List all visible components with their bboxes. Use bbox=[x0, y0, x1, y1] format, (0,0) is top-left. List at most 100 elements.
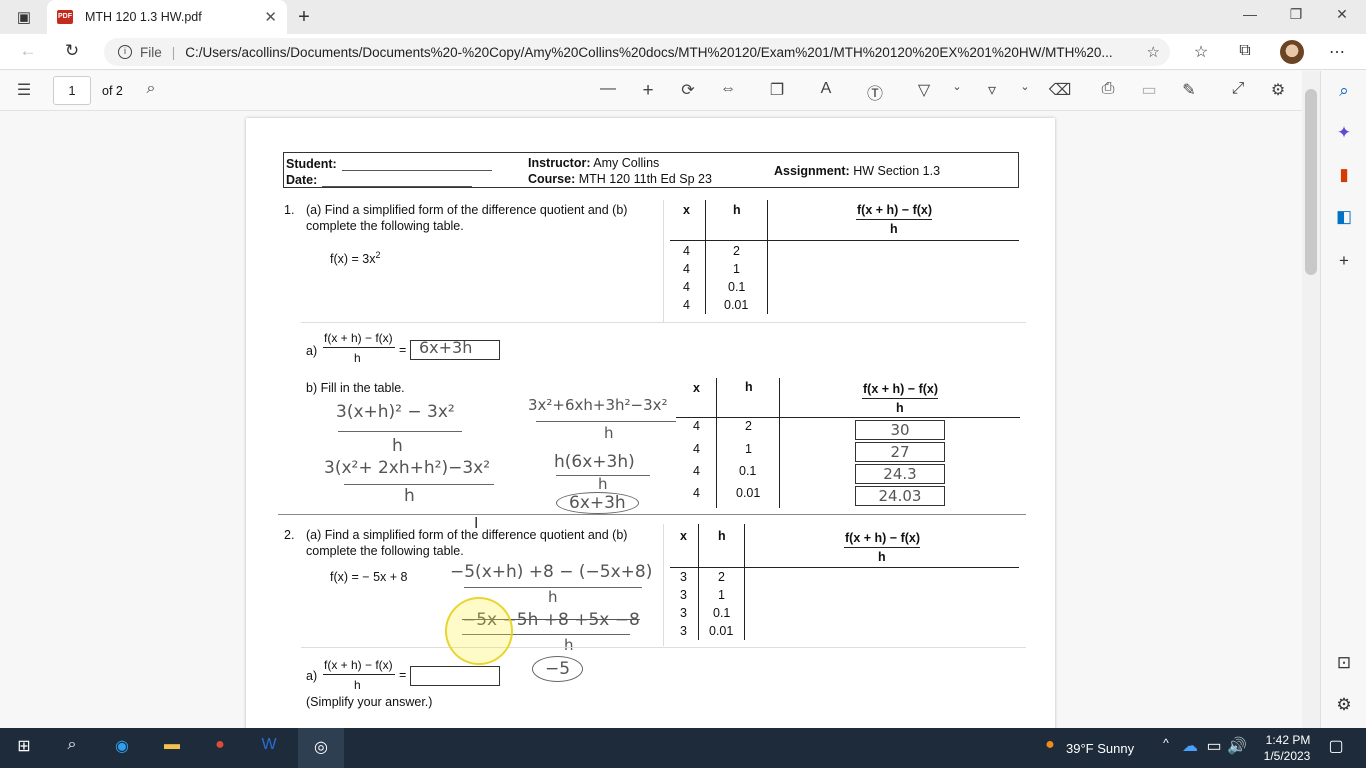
info-icon[interactable]: i bbox=[118, 45, 132, 59]
draw-icon[interactable]: ▽ bbox=[912, 80, 936, 102]
clock-date[interactable]: 1/5/2023 bbox=[1256, 749, 1318, 763]
p1-work-line2 bbox=[344, 484, 494, 485]
t1-cell-x: 4 bbox=[683, 262, 690, 276]
t2-col-x: x bbox=[680, 529, 687, 543]
media-app-icon[interactable]: ◎ bbox=[298, 728, 344, 768]
problem1-text-1: (a) Find a simplified form of the differ… bbox=[306, 203, 628, 217]
search-icon[interactable]: ⌕ bbox=[58, 736, 86, 760]
settings-more-icon[interactable]: ⋯ bbox=[1326, 42, 1348, 62]
p2-a-answer-box[interactable] bbox=[410, 666, 500, 686]
p1-a-frac bbox=[323, 347, 395, 348]
outlook-icon[interactable]: ◧ bbox=[1333, 207, 1355, 229]
p1-work-r2d: h bbox=[598, 475, 608, 493]
t1b-answer-box[interactable]: 30 bbox=[855, 420, 945, 440]
course: Course: MTH 120 11th Ed Sp 23 bbox=[528, 172, 712, 186]
t1b-cell-h: 2 bbox=[745, 419, 752, 433]
word-icon[interactable]: W bbox=[255, 736, 283, 760]
erase-icon[interactable]: ⌫ bbox=[1048, 80, 1072, 102]
volume-icon[interactable]: 🔊 bbox=[1223, 736, 1251, 760]
add-text-icon[interactable]: Ⓣ bbox=[863, 80, 887, 103]
weather-text[interactable]: 39°F Sunny bbox=[1066, 741, 1134, 756]
p1-a-answer: 6x+3h bbox=[419, 338, 473, 357]
t1-col-h: h bbox=[733, 203, 741, 217]
back-button[interactable]: ← bbox=[16, 41, 40, 63]
add-sidebar-icon[interactable]: + bbox=[1333, 251, 1355, 273]
p1-a-label: a) bbox=[306, 344, 318, 358]
p1-work-l2d: h bbox=[404, 486, 415, 506]
draw-options-icon[interactable]: ⌄ bbox=[945, 80, 969, 102]
find-icon[interactable]: ⌕ bbox=[139, 80, 163, 102]
problem2-number: 2. bbox=[284, 528, 295, 542]
profile-avatar[interactable] bbox=[1280, 40, 1304, 64]
full-screen-icon[interactable]: ⤢ bbox=[1226, 80, 1250, 102]
p1-work-line3 bbox=[536, 421, 676, 422]
date-label: Date: bbox=[286, 173, 318, 187]
t2-frac-line bbox=[844, 547, 920, 548]
zoom-in-icon[interactable]: + bbox=[636, 80, 660, 102]
close-window-button[interactable]: ✕ bbox=[1330, 6, 1354, 26]
scrollbar-thumb[interactable] bbox=[1305, 89, 1317, 275]
rotate-icon[interactable]: ⟳ bbox=[676, 80, 700, 102]
highlight-options-icon[interactable]: ⌄ bbox=[1013, 80, 1037, 102]
vertical-scrollbar[interactable] bbox=[1302, 71, 1320, 728]
p1-b-label: b) Fill in the table. bbox=[306, 381, 405, 395]
zoom-out-icon[interactable]: — bbox=[596, 80, 620, 102]
fit-page-icon[interactable]: ⇔ bbox=[716, 80, 740, 102]
save-as-icon[interactable]: ✎ bbox=[1177, 80, 1201, 102]
contents-icon[interactable]: ☰ bbox=[12, 80, 36, 102]
t2-cell-x: 3 bbox=[680, 570, 687, 584]
pdf-settings-icon[interactable]: ⚙ bbox=[1266, 80, 1290, 102]
p1-a-den: h bbox=[354, 351, 361, 365]
problem-separator bbox=[278, 514, 1026, 515]
p2-separator bbox=[301, 647, 1026, 648]
chrome-icon[interactable]: ● bbox=[206, 736, 234, 760]
t2-cell-h: 2 bbox=[718, 570, 725, 584]
refresh-button[interactable]: ↻ bbox=[60, 41, 84, 63]
read-aloud-icon[interactable]: A bbox=[814, 80, 838, 102]
p2-simplify-note: (Simplify your answer.) bbox=[306, 695, 433, 709]
restore-button[interactable]: ❐ bbox=[1284, 6, 1308, 26]
tab-actions-icon[interactable]: ▣ bbox=[14, 7, 34, 27]
p1-work-l1d: h bbox=[392, 436, 403, 456]
sidebar-settings-icon[interactable]: ⚙ bbox=[1333, 695, 1355, 717]
new-tab-button[interactable]: + bbox=[294, 6, 314, 28]
tab-close-icon[interactable]: ✕ bbox=[264, 8, 277, 26]
hide-sidebar-icon[interactable]: ⊡ bbox=[1333, 653, 1355, 675]
t1b-answer-box[interactable]: 24.03 bbox=[855, 486, 945, 506]
tab-active[interactable]: PDF MTH 120 1.3 HW.pdf ✕ bbox=[47, 0, 287, 34]
url-field[interactable]: i File | C:/Users/acollins/Documents/Doc… bbox=[104, 38, 1170, 66]
page-view-icon[interactable]: ❐ bbox=[765, 80, 789, 102]
office-icon[interactable]: ▮ bbox=[1333, 165, 1355, 187]
search-icon[interactable]: ⌕ bbox=[1333, 81, 1355, 103]
minimize-button[interactable]: — bbox=[1238, 6, 1262, 26]
t1-vline-1 bbox=[705, 200, 706, 314]
clock-time[interactable]: 1:42 PM bbox=[1260, 733, 1316, 747]
copilot-icon[interactable]: ✦ bbox=[1333, 123, 1355, 145]
t1-cell-x: 4 bbox=[683, 244, 690, 258]
url-text: C:/Users/acollins/Documents/Documents%20… bbox=[185, 44, 1113, 60]
notifications-icon[interactable]: ▢ bbox=[1322, 736, 1350, 760]
file-explorer-icon[interactable]: ▬ bbox=[158, 736, 186, 760]
page-number-input[interactable]: 1 bbox=[53, 76, 91, 105]
highlight-icon[interactable]: ▿ bbox=[980, 80, 1004, 102]
t2-cell-h: 0.1 bbox=[713, 606, 731, 620]
tab-bar: ▣ PDF MTH 120 1.3 HW.pdf ✕ + — ❐ ✕ bbox=[0, 0, 1366, 34]
t2-cell-x: 3 bbox=[680, 588, 687, 602]
t2-col-h: h bbox=[718, 529, 726, 543]
add-favorite-icon[interactable]: ☆ bbox=[1147, 43, 1160, 61]
start-icon[interactable]: ⊞ bbox=[10, 736, 38, 760]
save-icon[interactable]: ▭ bbox=[1137, 80, 1161, 102]
t1b-answer-box[interactable]: 24.3 bbox=[855, 464, 945, 484]
favorites-icon[interactable]: ☆ bbox=[1190, 42, 1212, 62]
t1-cell-x: 4 bbox=[683, 280, 690, 294]
pdf-viewer[interactable]: Student: Date: Instructor: Amy Collins C… bbox=[0, 111, 1302, 728]
problem2-function: f(x) = − 5x + 8 bbox=[330, 570, 408, 584]
p1-work-line1 bbox=[338, 431, 462, 432]
collections-icon[interactable]: ⧉ bbox=[1234, 42, 1256, 62]
t1b-answer-box[interactable]: 27 bbox=[855, 442, 945, 462]
t1-col-q-num: f(x + h) − f(x) bbox=[857, 203, 933, 217]
t1b-frac-line bbox=[862, 398, 938, 399]
print-icon[interactable]: ⎙ bbox=[1096, 80, 1120, 102]
p1-a-answer-box[interactable]: 6x+3h bbox=[410, 338, 500, 360]
edge-icon[interactable]: ◉ bbox=[108, 736, 136, 760]
